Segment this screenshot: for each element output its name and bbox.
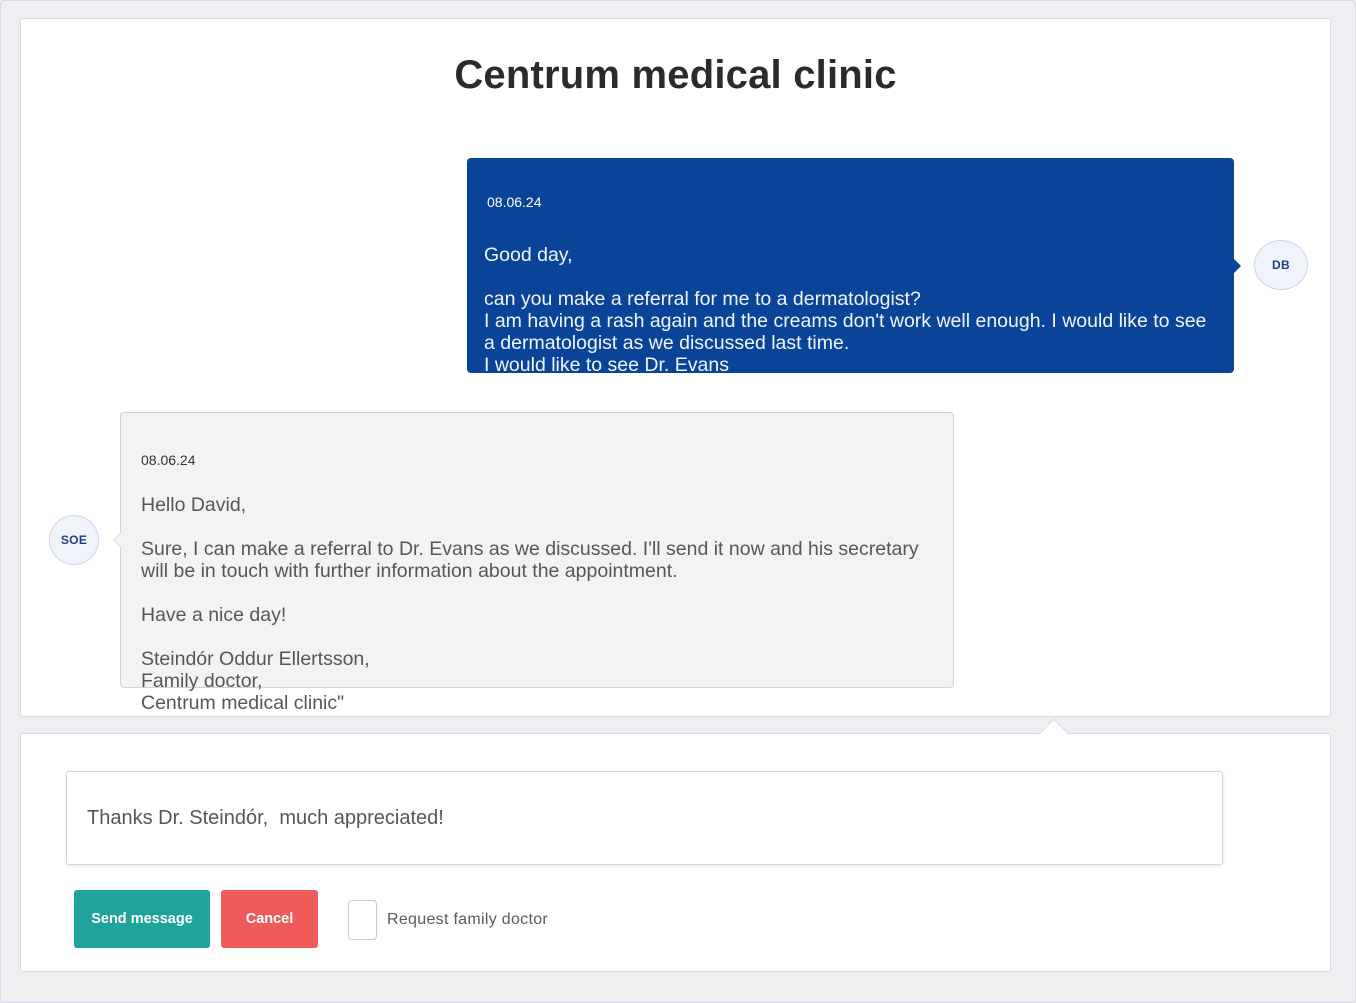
message-text: Good day, can you make a referral for me… xyxy=(484,244,1207,376)
compose-pointer xyxy=(1038,718,1070,750)
conversation-panel: Centrum medical clinic 08.06.24 Good day… xyxy=(20,18,1331,717)
request-family-doctor-checkbox[interactable] xyxy=(348,900,377,940)
outgoing-message: 08.06.24 Good day, can you make a referr… xyxy=(467,158,1241,376)
message-input-value: Thanks Dr. Steindór, much appreciated! xyxy=(87,806,444,829)
cancel-button[interactable]: Cancel xyxy=(221,890,318,948)
avatar-doctor: SOE xyxy=(49,515,99,565)
app-frame: Centrum medical clinic 08.06.24 Good day… xyxy=(0,0,1356,1003)
message-date: 08.06.24 xyxy=(141,452,196,468)
send-message-button[interactable]: Send message xyxy=(74,890,210,948)
avatar-patient: DB xyxy=(1254,240,1308,290)
message-text: Hello David, Sure, I can make a referral… xyxy=(141,494,919,714)
request-family-doctor-label[interactable]: Request family doctor xyxy=(387,911,548,929)
page-title: Centrum medical clinic xyxy=(454,53,897,97)
compose-panel: Thanks Dr. Steindór, much appreciated! S… xyxy=(20,718,1331,972)
message-input[interactable]: Thanks Dr. Steindór, much appreciated! xyxy=(66,771,1223,865)
message-date: 08.06.24 xyxy=(487,194,542,210)
incoming-message: 08.06.24 Hello David, Sure, I can make a… xyxy=(113,412,954,714)
